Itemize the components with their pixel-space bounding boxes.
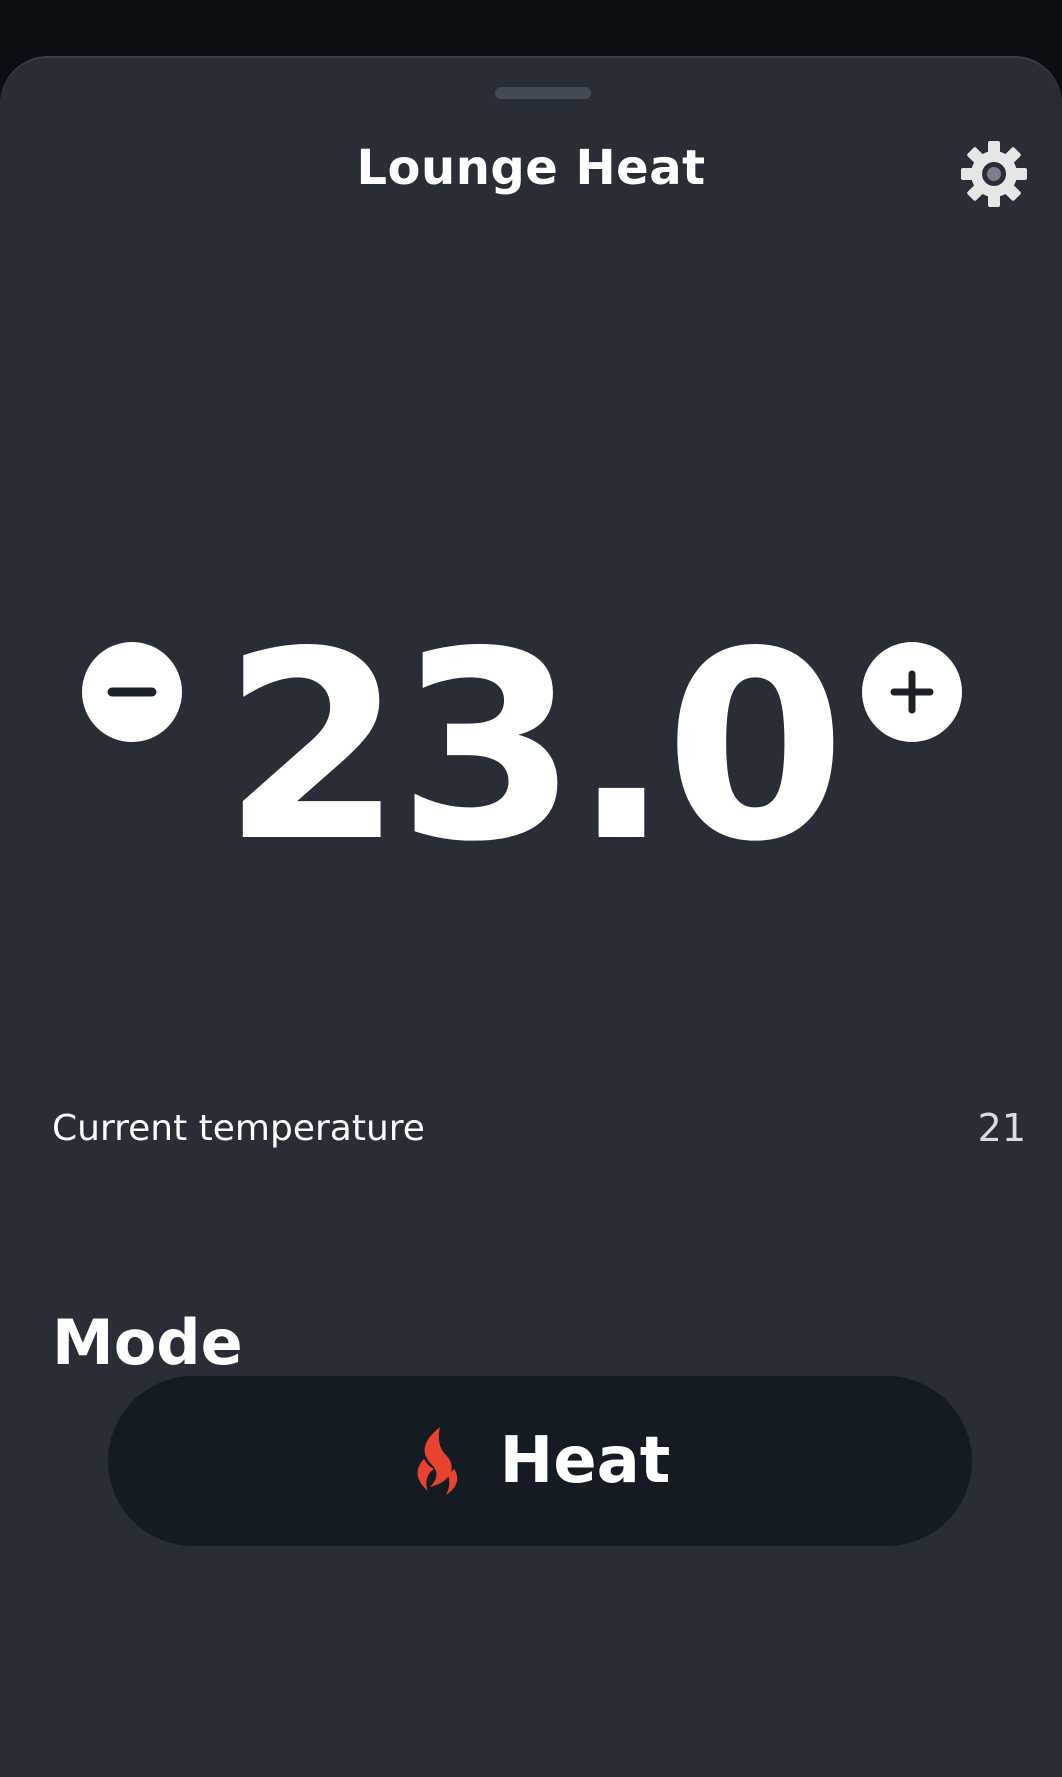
mode-heat-label: Heat <box>499 1424 671 1498</box>
minus-icon <box>107 687 157 697</box>
setpoint-temperature: 23.0 <box>222 597 846 899</box>
current-temperature-row: Current temperature 21 <box>52 1106 1026 1150</box>
current-temperature-label: Current temperature <box>52 1107 425 1149</box>
drag-handle[interactable] <box>495 87 591 99</box>
bottom-sheet: Lounge Heat 23.0 Current temperature 21 … <box>0 56 1062 1777</box>
current-temperature-value: 21 <box>977 1106 1026 1150</box>
screen: Lounge Heat 23.0 Current temperature 21 … <box>0 0 1062 1777</box>
decrease-temperature-button[interactable] <box>82 642 182 742</box>
gear-icon <box>961 141 1027 207</box>
mode-heading: Mode <box>52 1306 243 1379</box>
plus-icon <box>890 670 934 714</box>
increase-temperature-button[interactable] <box>862 642 962 742</box>
page-title: Lounge Heat <box>356 140 706 196</box>
mode-heat-button[interactable]: Heat <box>108 1376 972 1546</box>
settings-button[interactable] <box>956 136 1032 212</box>
flame-icon <box>417 1427 457 1495</box>
